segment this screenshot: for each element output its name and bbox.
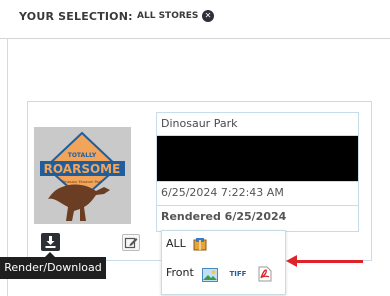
selection-bar: YOUR SELECTION: ALL STORES ✕ [0, 0, 390, 39]
asset-timestamp: 6/25/2024 7:22:43 AM [157, 181, 358, 206]
edit-button[interactable] [122, 234, 140, 251]
tiff-icon-text: TIFF [229, 270, 247, 278]
clear-selection-icon[interactable]: ✕ [202, 10, 214, 22]
download-icon [45, 236, 56, 248]
selection-label: YOUR SELECTION: [19, 10, 133, 23]
jpg-image-icon[interactable] [202, 267, 218, 286]
asset-info-panel: Dinosaur Park 6/25/2024 7:22:43 AM Rende… [156, 112, 359, 232]
asset-title: Dinosaur Park [157, 113, 358, 136]
rendered-status: Rendered 6/25/2024 [161, 210, 287, 223]
asset-thumbnail[interactable]: TOTALLY ROARSOME Dinosaur Museum Park [34, 127, 131, 224]
popup-all-label: ALL [166, 237, 186, 250]
tiff-icon[interactable]: TIFF [228, 268, 248, 280]
zip-package-icon[interactable] [192, 236, 208, 256]
pdf-icon[interactable] [258, 266, 272, 286]
popup-front-label: Front [166, 266, 194, 279]
logo-line3: Dinosaur Museum Park [62, 180, 103, 184]
render-download-tooltip: Render/Download [0, 257, 106, 279]
redacted-block [157, 136, 358, 181]
download-button[interactable] [41, 233, 60, 251]
logo-line2: ROARSOME [44, 162, 121, 176]
logo-line1: TOTALLY [68, 152, 97, 159]
callout-arrow [295, 260, 363, 263]
edit-icon [124, 237, 138, 249]
selection-chip-label: ALL STORES [137, 11, 199, 21]
